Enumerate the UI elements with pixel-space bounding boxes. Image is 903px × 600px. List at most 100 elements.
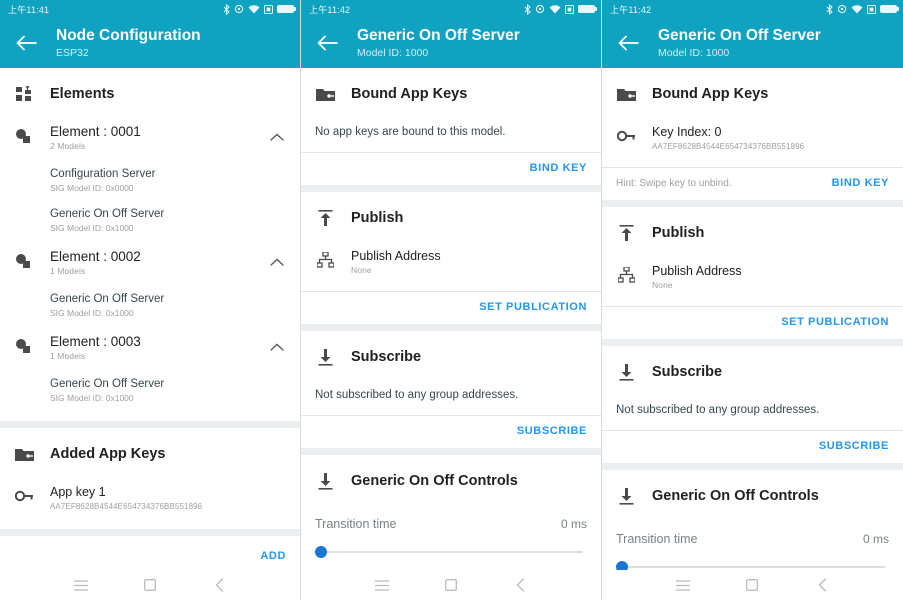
back-arrow-icon[interactable] xyxy=(315,31,339,55)
publish-card: Publish Publish Address None SET PUBLICA… xyxy=(301,192,601,324)
back-arrow-icon[interactable] xyxy=(14,31,38,55)
app-key-value: AA7EF8628B4544E654734376BB551896 xyxy=(50,502,203,511)
bound-keys-section-header: Bound App Keys xyxy=(602,68,903,116)
set-publication-button[interactable]: SET PUBLICATION xyxy=(479,301,587,313)
page-title: Generic On Off Server xyxy=(357,27,520,44)
subscribe-button[interactable]: SUBSCRIBE xyxy=(819,440,889,452)
model-text: Configuration Server SIG Model ID: 0x000… xyxy=(50,167,286,195)
bind-key-button[interactable]: BIND KEY xyxy=(530,162,587,174)
app-key-row[interactable]: App key 1 AA7EF8628B4544E654734376BB5518… xyxy=(0,476,300,529)
page-subtitle: Model ID: 1000 xyxy=(658,47,730,59)
transition-time-value: 0 ms xyxy=(560,517,587,531)
app-bar-titles: Generic On Off Server Model ID: 1000 xyxy=(357,26,520,60)
publish-address-value: None xyxy=(351,265,372,275)
key-value: AA7EF8628B4544E654734376BB551896 xyxy=(652,142,805,151)
bluetooth-icon xyxy=(826,3,833,15)
bound-key-row[interactable]: Key Index: 0 AA7EF8628B4544E654734376BB5… xyxy=(602,116,903,167)
page-title: Node Configuration xyxy=(56,27,201,44)
publish-address-text: Publish Address None xyxy=(652,263,889,292)
chevron-up-icon[interactable] xyxy=(268,338,286,356)
controls-section-header: Generic On Off Controls xyxy=(602,470,903,518)
element-row[interactable]: Element : 0003 1 Models xyxy=(0,326,300,371)
model-row[interactable]: Generic On Off Server SIG Model ID: 0x10… xyxy=(0,286,300,326)
screenshot-icon xyxy=(264,4,273,14)
menu-icon[interactable] xyxy=(673,575,693,595)
model-id: SIG Model ID: 0x0000 xyxy=(50,183,134,193)
model-id: SIG Model ID: 0x1000 xyxy=(50,308,134,318)
model-name: Generic On Off Server xyxy=(50,378,165,390)
back-arrow-icon[interactable] xyxy=(616,31,640,55)
element-row[interactable]: Element : 0001 2 Models xyxy=(0,116,300,161)
model-text: Generic On Off Server SIG Model ID: 0x10… xyxy=(50,207,286,235)
subscribe-download-icon xyxy=(616,362,636,382)
section-gap xyxy=(301,185,601,192)
section-gap xyxy=(0,529,300,536)
bound-keys-section-header: Bound App Keys xyxy=(301,68,601,116)
section-gap xyxy=(0,421,300,428)
slider-thumb[interactable] xyxy=(315,546,327,558)
subscribe-download-icon xyxy=(315,471,335,491)
model-row[interactable]: Generic On Off Server SIG Model ID: 0x10… xyxy=(0,371,300,421)
publish-address-row[interactable]: Publish Address None xyxy=(602,255,903,306)
subscribe-empty-text: Not subscribed to any group addresses. xyxy=(315,389,519,401)
subscribe-section-header: Subscribe xyxy=(602,346,903,394)
publish-section-header: Publish xyxy=(301,192,601,240)
back-chevron-icon[interactable] xyxy=(510,575,530,595)
bound-key-text: Key Index: 0 AA7EF8628B4544E654734376BB5… xyxy=(652,124,889,153)
chevron-up-icon[interactable] xyxy=(268,253,286,271)
publish-upload-icon xyxy=(616,223,636,243)
square-home-icon[interactable] xyxy=(742,575,762,595)
section-gap xyxy=(301,448,601,455)
menu-icon[interactable] xyxy=(71,575,91,595)
page-title: Generic On Off Server xyxy=(658,27,821,44)
element-row[interactable]: Element : 0002 1 Models xyxy=(0,241,300,286)
publish-address-label: Publish Address xyxy=(351,249,441,263)
bound-app-keys-card: Bound App Keys Key Index: 0 AA7EF8628B45… xyxy=(602,68,903,200)
app-keys-section-header: Added App Keys xyxy=(0,428,300,476)
add-button[interactable]: ADD xyxy=(260,550,286,562)
publish-section-title: Publish xyxy=(351,210,404,226)
network-tree-icon xyxy=(616,265,636,285)
set-publication-button[interactable]: SET PUBLICATION xyxy=(781,316,889,328)
apps-grid-icon xyxy=(14,84,34,104)
publish-address-label: Publish Address xyxy=(652,264,742,278)
panel1-content: Elements Element : 0001 2 Models Configu… xyxy=(0,68,300,600)
bind-key-action-bar: Hint: Swipe key to unbind. BIND KEY xyxy=(602,168,903,200)
subscribe-empty-text: Not subscribed to any group addresses. xyxy=(616,404,820,416)
model-row[interactable]: Generic On Off Server SIG Model ID: 0x10… xyxy=(0,201,300,241)
app-keys-section-title: Added App Keys xyxy=(50,446,166,462)
status-time: 上午11:42 xyxy=(610,4,652,15)
gear-icon xyxy=(535,4,545,14)
model-row[interactable]: Configuration Server SIG Model ID: 0x000… xyxy=(0,161,300,201)
square-home-icon[interactable] xyxy=(441,575,461,595)
publish-card: Publish Publish Address None SET PUBLICA… xyxy=(602,207,903,339)
chevron-up-icon[interactable] xyxy=(268,128,286,146)
back-chevron-icon[interactable] xyxy=(209,575,229,595)
model-name: Configuration Server xyxy=(50,168,156,180)
transition-time-slider[interactable] xyxy=(315,541,587,563)
status-bar: 上午11:42 xyxy=(301,0,601,18)
subscribe-button[interactable]: SUBSCRIBE xyxy=(517,425,587,437)
square-home-icon[interactable] xyxy=(140,575,160,595)
panel3-content: Bound App Keys Key Index: 0 AA7EF8628B45… xyxy=(602,68,903,600)
element-text: Element : 0003 1 Models xyxy=(50,334,268,363)
menu-icon[interactable] xyxy=(372,575,392,595)
element-icon xyxy=(14,126,34,146)
bind-key-button[interactable]: BIND KEY xyxy=(832,177,889,189)
subscribe-card: Subscribe Not subscribed to any group ad… xyxy=(602,346,903,463)
section-gap xyxy=(602,200,903,207)
subscribe-action-bar: SUBSCRIBE xyxy=(602,431,903,463)
controls-section-title: Generic On Off Controls xyxy=(652,488,819,504)
battery-icon xyxy=(578,5,597,13)
android-nav-bar xyxy=(602,570,903,600)
back-chevron-icon[interactable] xyxy=(812,575,832,595)
element-title: Element : 0002 xyxy=(50,249,141,264)
controls-section-header: Generic On Off Controls xyxy=(301,455,601,503)
publish-address-row[interactable]: Publish Address None xyxy=(301,240,601,291)
app-bar-titles: Node Configuration ESP32 xyxy=(56,26,201,60)
model-id: SIG Model ID: 0x1000 xyxy=(50,393,134,403)
folder-key-icon xyxy=(616,84,636,104)
added-app-keys-card: Added App Keys App key 1 AA7EF8628B4544E… xyxy=(0,428,300,529)
subscribe-section-header: Subscribe xyxy=(301,331,601,379)
elements-section-title: Elements xyxy=(50,86,115,102)
